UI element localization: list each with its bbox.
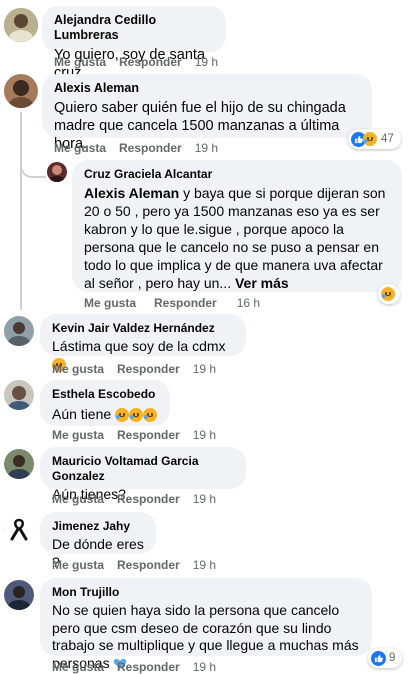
avatar[interactable]	[4, 380, 34, 410]
like-button[interactable]: Me gusta	[52, 660, 104, 674]
sad-reaction-icon	[381, 287, 395, 301]
avatar[interactable]	[4, 74, 38, 108]
comment-author[interactable]: Cruz Graciela Alcantar	[84, 167, 390, 182]
mention-link[interactable]: Alexis Aleman	[84, 185, 179, 201]
comment-time[interactable]: 19 h	[193, 362, 216, 376]
comment-time[interactable]: 19 h	[193, 492, 216, 506]
reply-button[interactable]: Responder	[117, 428, 180, 442]
reply-button[interactable]: Responder	[117, 660, 180, 674]
comment-actions: Me gusta Responder 19 h	[54, 141, 231, 155]
comment-body: Lástima que soy de la cdmx	[52, 338, 226, 354]
reaction-summary[interactable]: 47	[348, 129, 401, 149]
sad-emoji-icon	[143, 408, 158, 423]
see-more-link[interactable]: Ver más	[235, 275, 289, 291]
comment-time[interactable]: 19 h	[195, 141, 218, 155]
avatar-photo	[4, 74, 38, 108]
comment-actions: Me gusta Responder 16 h	[84, 296, 273, 310]
avatar[interactable]	[4, 514, 34, 544]
avatar-photo	[4, 380, 34, 410]
comment-actions: Me gusta Responder 19 h	[54, 55, 231, 69]
comment-bubble: Esthela Escobedo Aún tiene	[40, 380, 170, 426]
comment-bubble: Mon Trujillo No se quien haya sido la pe…	[40, 578, 372, 671]
reply-button[interactable]: Responder	[119, 141, 182, 155]
comment-time[interactable]: 19 h	[193, 660, 216, 674]
reaction-summary[interactable]: 9	[368, 648, 402, 668]
comment-author[interactable]: Jimenez Jahy	[52, 519, 144, 534]
reply-button[interactable]: Responder	[117, 362, 180, 376]
like-button[interactable]: Me gusta	[54, 141, 106, 155]
reaction-count: 9	[389, 652, 396, 664]
comment-author[interactable]: Kevin Jair Valdez Hernández	[52, 321, 234, 336]
avatar-photo	[4, 316, 34, 346]
like-button[interactable]: Me gusta	[52, 558, 104, 572]
like-button[interactable]: Me gusta	[52, 428, 104, 442]
reaction-count: 47	[381, 133, 394, 145]
avatar-photo	[4, 8, 38, 42]
avatar[interactable]	[4, 580, 34, 610]
sad-reaction-icon	[363, 132, 377, 146]
comment-text: Aún tiene	[52, 405, 158, 423]
sad-emoji-icon	[115, 408, 130, 423]
mourning-ribbon-avatar	[4, 514, 34, 544]
comment-bubble: Alexis Aleman Quiero saber quién fue el …	[42, 74, 372, 152]
reply-button[interactable]: Responder	[117, 492, 180, 506]
like-reaction-icon	[371, 650, 386, 666]
avatar-photo	[4, 449, 34, 479]
comment-bubble: Mauricio Voltamad Garcia Gonzalez Aún ti…	[40, 447, 246, 502]
thread-connector	[20, 150, 46, 178]
comment-author[interactable]: Mauricio Voltamad Garcia Gonzalez	[52, 454, 234, 484]
comment-actions: Me gusta Responder 19 h	[52, 362, 229, 376]
reaction-summary[interactable]	[378, 284, 400, 304]
comment-author[interactable]: Alejandra Cedillo Lumbreras	[54, 13, 214, 43]
comment-text: Alexis Aleman y baya que si porque dijer…	[84, 184, 390, 292]
comment-bubble: Alejandra Cedillo Lumbreras Yo quiero, s…	[42, 6, 226, 81]
comment-bubble: Cruz Graciela Alcantar Alexis Aleman y b…	[72, 160, 402, 292]
comment-time[interactable]: 19 h	[193, 428, 216, 442]
reply-button[interactable]: Responder	[117, 558, 180, 572]
comment-author[interactable]: Esthela Escobedo	[52, 387, 158, 402]
comment-actions: Me gusta Responder 19 h	[52, 558, 229, 572]
comment-actions: Me gusta Responder 19 h	[52, 492, 229, 506]
comment-bubble: Kevin Jair Valdez Hernández Lástima que …	[40, 314, 246, 373]
comment-actions: Me gusta Responder 19 h	[52, 660, 229, 674]
avatar[interactable]	[4, 8, 38, 42]
avatar[interactable]	[47, 162, 67, 182]
comment-time[interactable]: 19 h	[195, 55, 218, 69]
comment-actions: Me gusta Responder 19 h	[52, 428, 229, 442]
comment-author[interactable]: Alexis Aleman	[54, 81, 360, 96]
reply-button[interactable]: Responder	[119, 55, 182, 69]
like-button[interactable]: Me gusta	[52, 362, 104, 376]
comment-time[interactable]: 19 h	[193, 558, 216, 572]
sad-emoji-icon	[129, 408, 144, 423]
thread-line	[20, 112, 22, 310]
avatar[interactable]	[4, 449, 34, 479]
avatar-photo	[4, 580, 34, 610]
reply-button[interactable]: Responder	[154, 296, 217, 310]
like-button[interactable]: Me gusta	[84, 296, 136, 310]
like-button[interactable]: Me gusta	[52, 492, 104, 506]
avatar-photo	[47, 162, 67, 182]
comment-bubble: Jimenez Jahy De dónde eres ?	[40, 512, 156, 570]
comment-body: Aún tiene	[52, 406, 112, 422]
comment-time[interactable]: 16 h	[237, 296, 260, 310]
like-button[interactable]: Me gusta	[54, 55, 106, 69]
avatar[interactable]	[4, 316, 34, 346]
comment-author[interactable]: Mon Trujillo	[52, 585, 360, 600]
